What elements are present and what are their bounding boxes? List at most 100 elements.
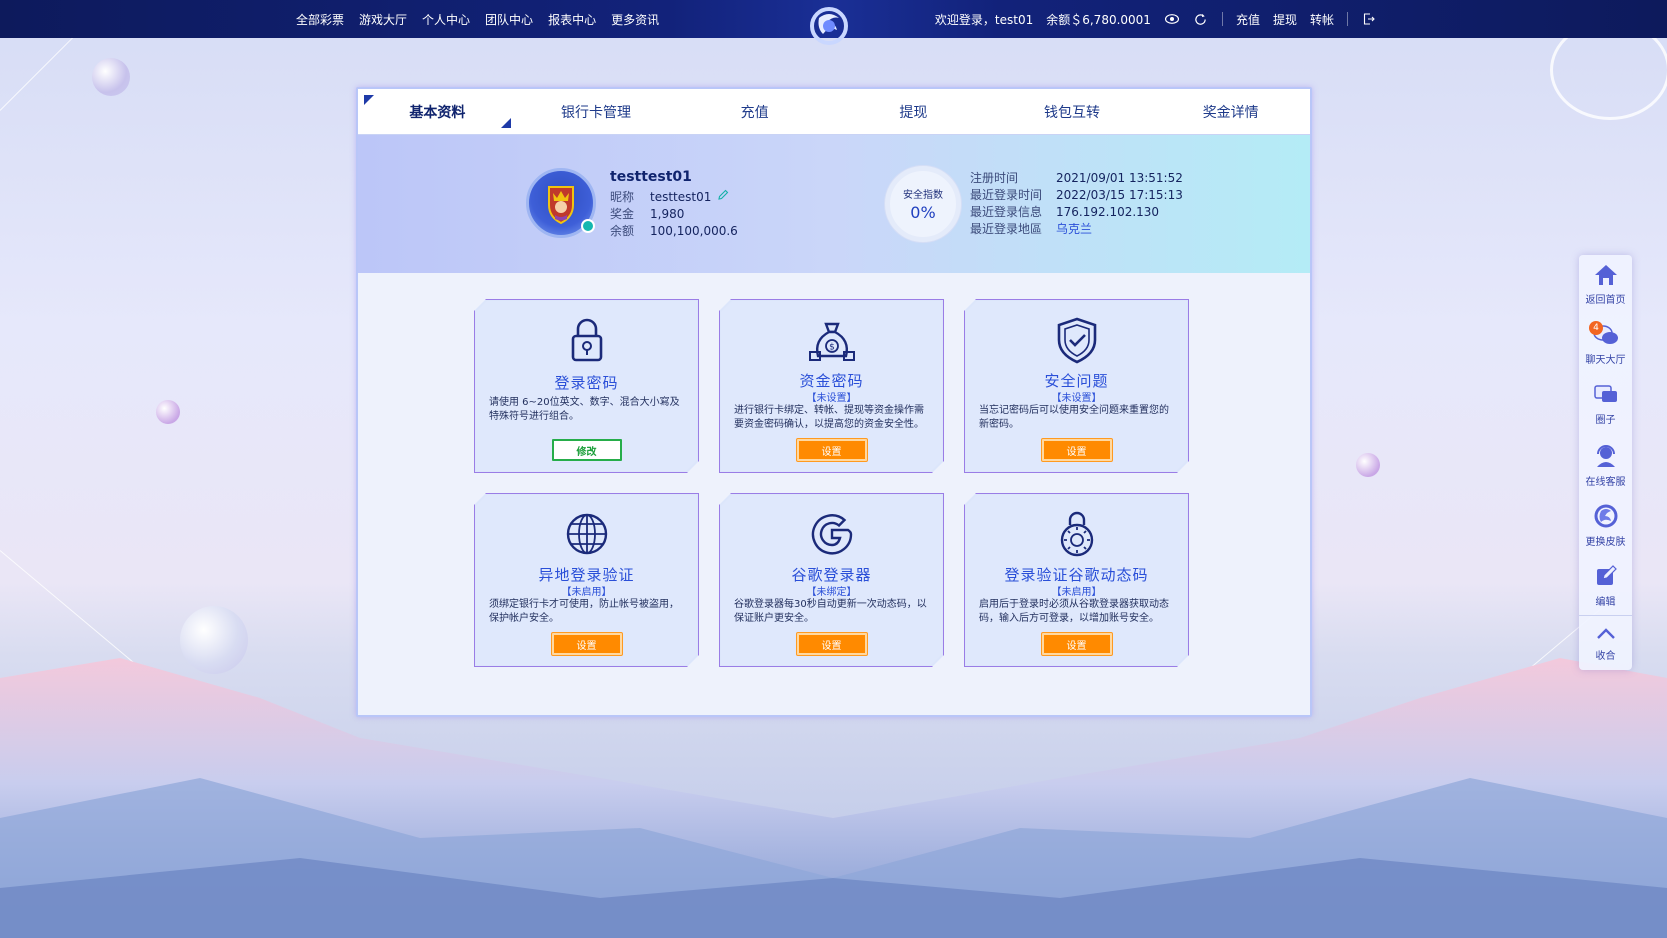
divider xyxy=(1347,12,1348,26)
bonus-label: 奖金 xyxy=(610,207,635,221)
tab-bar: 基本资料 银行卡管理 充值 提现 钱包互转 奖金详情 xyxy=(358,89,1310,135)
card-title: 登录密码 xyxy=(554,374,619,392)
bg-bubble xyxy=(1356,453,1380,477)
tab-label: 银行卡管理 xyxy=(561,104,631,121)
tab-basic-info[interactable]: 基本资料 xyxy=(358,89,517,134)
balance-label: 余额 xyxy=(610,224,635,238)
balance-value: 100,100,000.6 xyxy=(650,223,738,238)
card-status: 【未绑定】 xyxy=(806,587,857,598)
nav-team-center[interactable]: 团队中心 xyxy=(485,11,533,28)
tab-bonus-details[interactable]: 奖金详情 xyxy=(1151,89,1310,134)
enable-google-dynamic-code-button[interactable]: 设置 xyxy=(1042,633,1112,655)
last-ip-value: 176.192.102.130 xyxy=(1056,204,1160,219)
recharge-link[interactable]: 充值 xyxy=(1236,11,1260,28)
tab-recharge[interactable]: 充值 xyxy=(675,89,834,134)
avatar[interactable] xyxy=(526,168,596,238)
sidebar-edit[interactable]: 编辑 xyxy=(1579,563,1632,608)
last-ip-label: 最近登录信息 xyxy=(970,205,1043,219)
card-description: 请使用 6~20位英文、数字、混合大小寫及特殊符号进行组合。 xyxy=(489,397,680,422)
card-status: 【未设置】 xyxy=(1051,393,1102,404)
tab-label: 奖金详情 xyxy=(1202,104,1259,121)
account-panel: 基本资料 银行卡管理 充值 提现 钱包互转 奖金详情 testtest01 昵称… xyxy=(356,87,1312,717)
sidebar-circle[interactable]: 圈子 xyxy=(1579,383,1632,426)
chat-badge: 4 xyxy=(1589,321,1603,335)
customer-service-icon xyxy=(1596,445,1615,467)
nav-report-center[interactable]: 报表中心 xyxy=(548,11,596,28)
google-authenticator-card: 谷歌登录器 【未绑定】 谷歌登录器每30秒自动更新一次动态码，以保证账户更安全。… xyxy=(719,493,944,667)
globe-icon xyxy=(565,510,609,558)
google-dynamic-code-card: 登录验证谷歌动态码 【未启用】 启用后于登录时必须从谷歌登录器获取动态码，输入后… xyxy=(964,493,1189,667)
tab-withdraw[interactable]: 提现 xyxy=(834,89,993,134)
sidebar-chat[interactable]: 4 聊天大厅 xyxy=(1579,321,1632,366)
sidebar-customer-service[interactable]: 在线客服 xyxy=(1579,443,1632,488)
sidebar-label: 返回首页 xyxy=(1585,295,1626,306)
safety-index-value: 0% xyxy=(910,203,936,222)
reg-time-label: 注册时间 xyxy=(970,171,1019,185)
sidebar-home[interactable]: 返回首页 xyxy=(1579,263,1632,306)
google-icon xyxy=(810,510,854,558)
bg-bubble xyxy=(92,58,130,96)
edit-icon xyxy=(1596,565,1617,585)
camera-icon[interactable] xyxy=(581,219,595,233)
money-bag-icon: $ xyxy=(810,316,854,364)
sidebar-label: 编辑 xyxy=(1595,597,1616,608)
username: testtest01 xyxy=(610,169,692,185)
safety-index-label: 安全指数 xyxy=(903,190,943,201)
sidebar-collapse[interactable]: 收合 xyxy=(1579,625,1632,662)
remote-login-verification-card: 异地登录验证 【未启用】 须绑定银行卡才可使用，防止帐号被盗用，保护帐户安全。 … xyxy=(474,493,699,667)
card-title: 安全问题 xyxy=(1044,372,1109,390)
nav-more-news[interactable]: 更多资讯 xyxy=(611,11,659,28)
nav-all-lottery[interactable]: 全部彩票 xyxy=(296,11,344,28)
main-nav: 全部彩票 游戏大厅 个人中心 团队中心 报表中心 更多资讯 xyxy=(296,0,659,38)
last-region-value[interactable]: 乌克兰 xyxy=(1056,220,1092,237)
last-region-label: 最近登录地區 xyxy=(970,222,1043,236)
welcome-text: 欢迎登录，test01 xyxy=(934,12,1034,27)
tab-wallet-transfer[interactable]: 钱包互转 xyxy=(993,89,1152,134)
set-security-question-button[interactable]: 设置 xyxy=(1042,439,1112,461)
bind-google-authenticator-button[interactable]: 设置 xyxy=(797,633,867,655)
card-title: 谷歌登录器 xyxy=(791,566,872,584)
reg-time-value: 2021/09/01 13:51:52 xyxy=(1056,170,1183,185)
sidebar-label: 更换皮肤 xyxy=(1585,537,1626,548)
card-description: 谷歌登录器每30秒自动更新一次动态码，以保证账户更安全。 xyxy=(734,599,927,624)
lock-icon xyxy=(565,316,609,364)
circle-icon xyxy=(1593,385,1617,402)
tab-label: 提现 xyxy=(899,104,928,121)
dragon-logo[interactable] xyxy=(805,4,853,52)
safety-index-gauge: 安全指数 0% xyxy=(885,166,961,242)
sidebar-label: 圈子 xyxy=(1595,415,1616,426)
divider xyxy=(1221,12,1223,26)
nav-game-hall[interactable]: 游戏大厅 xyxy=(359,11,407,28)
user-info: testtest01 昵称 testtest01 奖金 1,980 余额 100… xyxy=(610,169,738,239)
login-password-card: 登录密码 请使用 6~20位英文、数字、混合大小寫及特殊符号进行组合。 修改 xyxy=(474,299,699,473)
logout-icon[interactable] xyxy=(1361,11,1377,27)
security-question-card: 安全问题 【未设置】 当忘记密码后可以使用安全问题来重置您的新密码。 设置 xyxy=(964,299,1189,473)
bg-bubble xyxy=(156,400,180,424)
modify-login-password-button[interactable]: 修改 xyxy=(552,439,622,461)
bonus-value: 1,980 xyxy=(650,206,685,221)
refresh-icon[interactable] xyxy=(1193,11,1209,27)
fund-password-card: $ 资金密码 【未设置】 进行银行卡绑定、转帐、提现等资金操作需要资金密码确认，… xyxy=(719,299,944,473)
last-login-label: 最近登录时间 xyxy=(970,188,1043,202)
tab-corner-marker xyxy=(500,118,511,128)
skin-icon xyxy=(1594,504,1617,528)
tab-bank-card[interactable]: 银行卡管理 xyxy=(517,89,676,134)
last-login-value: 2022/03/15 17:15:13 xyxy=(1056,187,1183,202)
sidebar-change-skin[interactable]: 更换皮肤 xyxy=(1579,503,1632,548)
sidebar-label: 在线客服 xyxy=(1585,477,1626,488)
transfer-link[interactable]: 转帐 xyxy=(1310,11,1334,28)
right-sidebar: 返回首页 4 聊天大厅 圈子 在线客服 更换皮肤 编辑 收合 xyxy=(1579,255,1632,670)
tab-label: 充值 xyxy=(740,104,769,121)
card-description: 启用后于登录时必须从谷歌登录器获取动态码，输入后方可登录，以增加账号安全。 xyxy=(979,599,1169,624)
svg-text:$: $ xyxy=(829,343,835,353)
set-fund-password-button[interactable]: 设置 xyxy=(797,439,867,461)
sidebar-label: 聊天大厅 xyxy=(1585,355,1626,366)
edit-nickname-icon[interactable] xyxy=(717,189,729,204)
chevron-up-icon xyxy=(1596,628,1615,639)
nav-personal-center[interactable]: 个人中心 xyxy=(422,11,470,28)
card-title: 异地登录验证 xyxy=(538,566,635,584)
combination-lock-icon xyxy=(1055,510,1099,558)
withdraw-link[interactable]: 提现 xyxy=(1273,11,1297,28)
eye-icon[interactable] xyxy=(1164,11,1180,27)
set-remote-login-button[interactable]: 设置 xyxy=(552,633,622,655)
